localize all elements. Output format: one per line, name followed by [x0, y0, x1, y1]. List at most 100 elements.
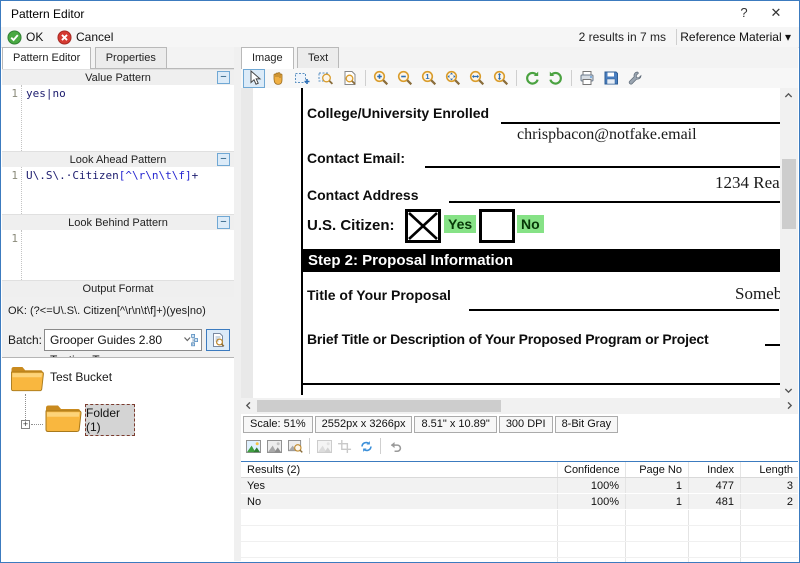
- help-button[interactable]: ?: [731, 5, 757, 23]
- pan-tool-button[interactable]: [267, 69, 289, 88]
- horizontal-scroll-thumb[interactable]: [257, 400, 501, 412]
- results-title: Results (2): [241, 462, 558, 477]
- status-inches: 8.51" x 10.89": [414, 416, 497, 433]
- document-viewer[interactable]: Last Name First Name College/University …: [241, 88, 798, 414]
- value-pattern-editor[interactable]: 1 yes|no: [2, 85, 234, 151]
- zoom-out-button[interactable]: [394, 69, 416, 88]
- form-email-label: Contact Email:: [307, 150, 406, 166]
- scroll-left-arrow[interactable]: [241, 398, 256, 413]
- scroll-right-arrow[interactable]: [782, 398, 797, 413]
- look-behind-header: Look Behind Pattern −: [2, 214, 234, 231]
- form-brief-label: Brief Title or Description of Your Propo…: [307, 331, 709, 347]
- vertical-scroll-thumb[interactable]: [782, 159, 796, 229]
- folder-icon[interactable]: [43, 400, 83, 434]
- line-number: 1: [11, 232, 18, 245]
- empty-row: [241, 526, 798, 542]
- result-row[interactable]: Yes 100% 1 477 3: [241, 478, 798, 494]
- command-bar: OK Cancel 2 results in 7 ms Reference Ma…: [1, 27, 799, 48]
- form-title-value: Someb: [735, 284, 781, 303]
- form-last-name-label: Last Name: [307, 88, 378, 91]
- result-row[interactable]: No 100% 1 481 2: [241, 494, 798, 510]
- look-behind-editor[interactable]: 1: [2, 230, 234, 280]
- empty-row: [241, 510, 798, 526]
- rotate-cw-button[interactable]: [545, 69, 567, 88]
- look-ahead-header: Look Ahead Pattern −: [2, 151, 234, 168]
- results-header-row: Results (2) Confidence Page No Index Len…: [241, 462, 798, 478]
- look-ahead-editor[interactable]: 1 U\.S\.·Citizen[^\r\n\t\f]+: [2, 167, 234, 214]
- checkbox-checked: [405, 209, 441, 243]
- gutter-divider: [21, 230, 22, 280]
- image-inspect-button[interactable]: [286, 438, 304, 454]
- tree-expand-button[interactable]: +: [21, 420, 30, 429]
- value-pattern-header: Value Pattern −: [2, 69, 234, 86]
- fit-width-button[interactable]: [466, 69, 488, 88]
- refresh-button[interactable]: [357, 438, 375, 454]
- vertical-scrollbar[interactable]: [780, 88, 798, 398]
- empty-row: [241, 542, 798, 558]
- pattern-editor-window: Pattern Editor ? ✕ OK Cancel 2 results i…: [0, 0, 800, 563]
- pointer-tool-button[interactable]: [243, 68, 265, 88]
- zoom-in-button[interactable]: [370, 69, 392, 88]
- reference-material-dropdown[interactable]: Reference Material ▾: [680, 30, 791, 44]
- tree-item-root[interactable]: Test Bucket: [50, 370, 112, 384]
- tree-connector: [31, 424, 43, 426]
- view-document-button[interactable]: [206, 329, 230, 351]
- fit-height-button[interactable]: [490, 69, 512, 88]
- form-line: [301, 383, 781, 385]
- form-address-value: 1234 Real: [715, 173, 781, 192]
- column-confidence[interactable]: Confidence: [558, 462, 626, 477]
- toolbar-separator: [365, 70, 366, 86]
- select-region-button[interactable]: [291, 69, 313, 88]
- form-line: [469, 309, 779, 311]
- form-border: [301, 88, 303, 395]
- crop-button: [336, 438, 354, 454]
- batch-combobox[interactable]: Grooper Guides 2.80 Testing•Te...: [44, 329, 202, 367]
- form-no-highlight: No: [517, 215, 544, 233]
- form-citizen-label: U.S. Citizen:: [307, 217, 395, 234]
- tree-item-folder-selected[interactable]: Folder (1): [85, 404, 135, 436]
- ok-button[interactable]: OK: [7, 28, 43, 46]
- scroll-up-arrow[interactable]: [781, 88, 796, 103]
- form-first-name-label: First Name: [729, 88, 781, 91]
- rotate-ccw-button[interactable]: [521, 69, 543, 88]
- close-button[interactable]: ✕: [763, 5, 789, 23]
- collapse-button[interactable]: −: [217, 71, 230, 84]
- form-line: [449, 201, 781, 203]
- undo-button[interactable]: [386, 438, 404, 454]
- tab-properties[interactable]: Properties: [94, 47, 167, 68]
- collapse-button[interactable]: −: [217, 216, 230, 229]
- cancel-x-icon: [57, 29, 72, 45]
- zoom-region-button[interactable]: [315, 69, 337, 88]
- save-button[interactable]: [600, 69, 622, 88]
- scroll-down-arrow[interactable]: [781, 383, 796, 398]
- zoom-fit-button[interactable]: [442, 69, 464, 88]
- tab-text[interactable]: Text: [297, 47, 340, 68]
- viewer-tab-bar: Image Text: [241, 47, 798, 69]
- column-length[interactable]: Length: [741, 462, 799, 477]
- gray-image-button[interactable]: [265, 438, 283, 454]
- form-step2-bar: Step 2: Proposal Information: [301, 249, 781, 272]
- panel-splitter[interactable]: [234, 47, 241, 561]
- batch-dropdown-icon[interactable]: [183, 333, 199, 347]
- page-preview-button[interactable]: [339, 69, 361, 88]
- folder-icon[interactable]: [8, 362, 46, 393]
- column-page-no[interactable]: Page No: [626, 462, 689, 477]
- tab-image[interactable]: Image: [241, 47, 294, 69]
- color-image-button[interactable]: [244, 438, 262, 454]
- window-title: Pattern Editor: [11, 7, 85, 21]
- zoom-actual-button[interactable]: 1: [418, 69, 440, 88]
- ok-check-icon: [7, 29, 22, 45]
- cancel-button[interactable]: Cancel: [57, 28, 113, 46]
- settings-button[interactable]: [624, 69, 646, 88]
- result-summary: 2 results in 7 ms: [578, 30, 666, 44]
- tree-connector: [25, 394, 27, 420]
- horizontal-scrollbar[interactable]: [241, 398, 798, 414]
- print-button[interactable]: [576, 69, 598, 88]
- column-index[interactable]: Index: [689, 462, 741, 477]
- tab-pattern-editor[interactable]: Pattern Editor: [2, 47, 92, 69]
- collapse-button[interactable]: −: [217, 153, 230, 166]
- value-pattern-code: yes|no: [26, 87, 66, 100]
- look-ahead-code: U\.S\.·Citizen[^\r\n\t\f]+: [26, 169, 199, 182]
- form-step2-title: Step 2: Proposal Information: [308, 252, 514, 269]
- image-options-toolbar: [241, 434, 798, 458]
